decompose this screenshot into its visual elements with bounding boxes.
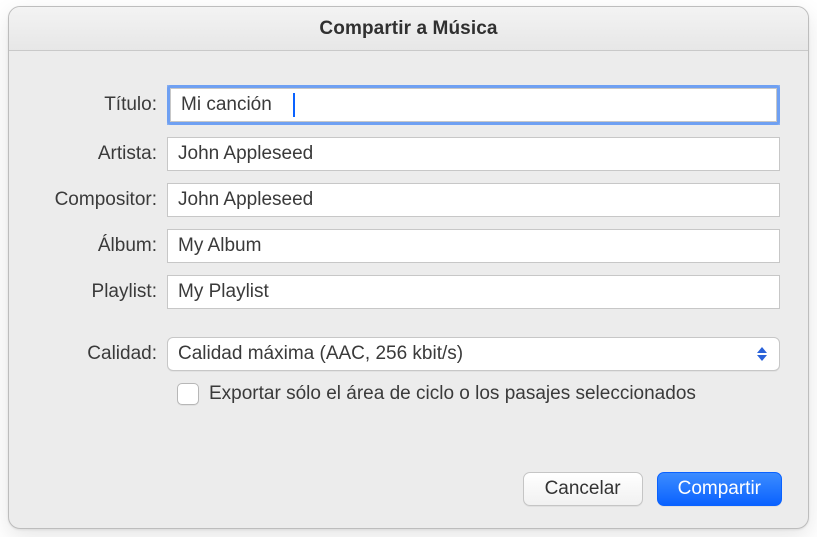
album-input[interactable] [167,229,780,263]
title-field-focus-ring [167,85,780,125]
composer-input[interactable] [167,183,780,217]
dialog-title: Compartir a Música [319,18,497,40]
artist-input[interactable] [167,137,780,171]
share-button[interactable]: Compartir [657,472,782,506]
quality-popup[interactable]: Calidad máxima (AAC, 256 kbit/s) [167,337,780,371]
label-playlist: Playlist: [29,281,167,303]
row-playlist: Playlist: [29,275,780,309]
row-album: Álbum: [29,229,780,263]
label-composer: Compositor: [29,189,167,211]
label-title: Título: [29,94,167,116]
row-composer: Compositor: [29,183,780,217]
row-quality: Calidad: Calidad máxima (AAC, 256 kbit/s… [29,337,780,371]
share-to-music-dialog: Compartir a Música Título: Artista: Comp… [8,6,809,529]
row-artist: Artista: [29,137,780,171]
titlebar: Compartir a Música [9,7,808,51]
label-artist: Artista: [29,143,167,165]
export-selection-checkbox[interactable] [177,383,199,405]
playlist-input[interactable] [167,275,780,309]
row-title: Título: [29,85,780,125]
row-export-selection: Exportar sólo el área de ciclo o los pas… [29,383,780,405]
text-caret [293,93,295,117]
cancel-button-label: Cancelar [545,478,621,500]
label-album: Álbum: [29,235,167,257]
label-quality: Calidad: [29,343,167,365]
dialog-body: Título: Artista: Compositor: Álbum: [9,51,808,425]
updown-arrows-icon [753,343,771,365]
title-input[interactable] [170,88,777,122]
share-button-label: Compartir [678,478,761,500]
export-selection-label: Exportar sólo el área de ciclo o los pas… [209,383,696,405]
quality-value: Calidad máxima (AAC, 256 kbit/s) [178,343,463,365]
dialog-footer: Cancelar Compartir [523,472,782,506]
cancel-button[interactable]: Cancelar [523,472,643,506]
